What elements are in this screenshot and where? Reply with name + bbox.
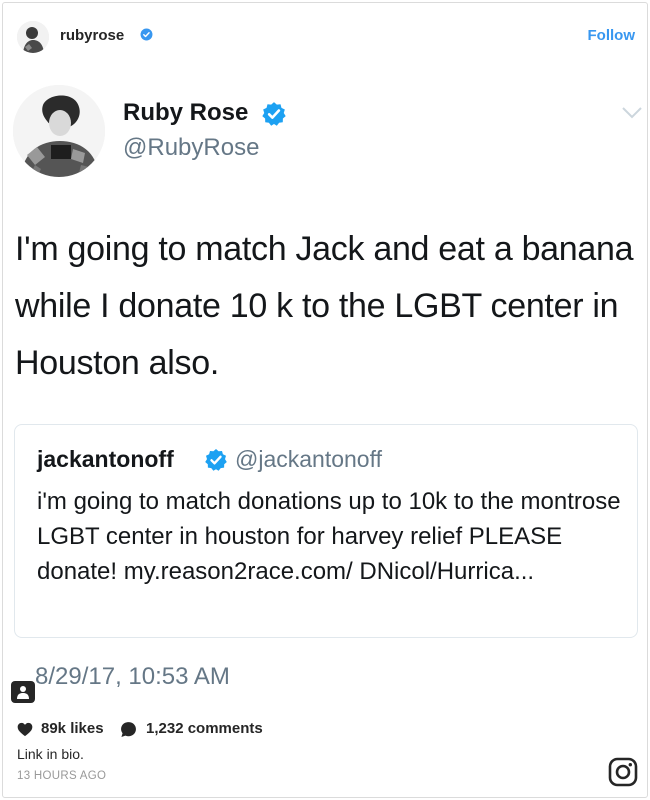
post-header: rubyrose Follow: [3, 3, 647, 67]
profile-avatar[interactable]: [17, 21, 49, 53]
comments-count[interactable]: 1,232 comments: [146, 720, 263, 737]
profile-username[interactable]: rubyrose: [60, 27, 124, 44]
tweet-text: I'm going to match Jack and eat a banana…: [15, 230, 634, 382]
quoted-tweet[interactable]: jackantonoff @jackantonoff i'm going to …: [14, 424, 638, 638]
tweet-author-name: Ruby Rose: [123, 99, 249, 126]
instagram-post: rubyrose Follow Ruby Rose @RubyRose I'm …: [2, 2, 648, 798]
instagram-logo-icon[interactable]: [608, 757, 638, 787]
chevron-down-icon[interactable]: [621, 106, 643, 120]
user-tag-icon[interactable]: [11, 681, 35, 703]
quoted-author-name: jackantonoff: [37, 446, 174, 472]
verified-badge-icon: [205, 449, 227, 471]
quoted-author-handle: @jackantonoff: [235, 446, 382, 472]
quoted-tweet-text: i'm going to match donations up to 10k t…: [37, 488, 621, 585]
likes-count[interactable]: 89k likes: [41, 720, 104, 737]
tweet-author-avatar: [13, 85, 105, 177]
comment-icon[interactable]: [120, 721, 137, 738]
heart-icon[interactable]: [17, 722, 33, 737]
tweet-author-handle: @RubyRose: [123, 134, 260, 161]
verified-badge-icon: [262, 102, 286, 126]
tweet-timestamp: 8/29/17, 10:53 AM: [35, 663, 230, 690]
post-caption: Link in bio.: [17, 746, 84, 762]
verified-badge-icon: [140, 28, 153, 41]
post-time-ago: 13 HOURS AGO: [17, 770, 107, 782]
follow-button[interactable]: Follow: [588, 27, 636, 44]
